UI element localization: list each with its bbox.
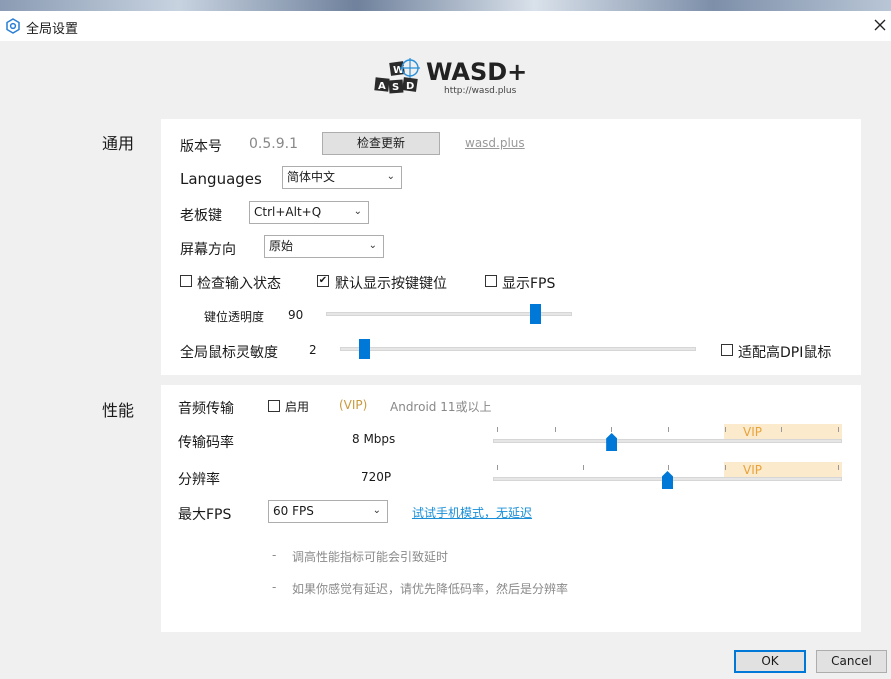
hint-text-1: 调高性能指标可能会引致延时 xyxy=(292,550,449,564)
high-dpi-checkbox[interactable] xyxy=(721,344,733,356)
section-label-general: 通用 xyxy=(102,134,135,153)
language-select[interactable]: 简体中文 ⌄ xyxy=(282,166,402,189)
max-fps-label: 最大FPS xyxy=(178,507,232,523)
boss-key-select-value: Ctrl+Alt+Q xyxy=(254,205,322,219)
bitrate-slider-track[interactable] xyxy=(493,439,842,443)
high-dpi-label: 适配高DPI鼠标 xyxy=(738,345,832,361)
mouse-sensitivity-slider-thumb[interactable] xyxy=(359,339,371,359)
mouse-sensitivity-slider-track[interactable] xyxy=(340,347,696,351)
svg-text:A: A xyxy=(378,81,386,92)
ok-button[interactable]: OK xyxy=(734,650,806,673)
resolution-tick xyxy=(583,465,584,470)
audio-vip-tag: (VIP) xyxy=(339,398,368,412)
key-opacity-label: 键位透明度 xyxy=(204,310,265,324)
mouse-sensitivity-label: 全局鼠标灵敏度 xyxy=(180,345,278,361)
bitrate-vip-zone: VIP xyxy=(724,424,842,440)
settings-gear-icon xyxy=(6,18,20,34)
bitrate-tick xyxy=(668,427,669,432)
hint-bullet: - xyxy=(272,580,277,594)
chevron-down-icon: ⌄ xyxy=(386,171,395,182)
bitrate-label: 传输码率 xyxy=(178,435,234,451)
show-keys-checkbox[interactable]: ✔ xyxy=(317,275,329,287)
checkmark-icon: ✔ xyxy=(318,275,328,286)
resolution-tick xyxy=(668,465,669,470)
resolution-label: 分辨率 xyxy=(178,472,220,488)
audio-enable-checkbox[interactable] xyxy=(268,400,280,412)
resolution-tick xyxy=(838,465,839,470)
resolution-tick xyxy=(497,465,498,470)
bitrate-tick xyxy=(781,427,782,432)
hint-text-2: 如果你感觉有延迟，请优先降低码率，然后是分辨率 xyxy=(292,582,569,596)
languages-label: Languages xyxy=(180,170,262,188)
resolution-vip-zone: VIP xyxy=(724,462,842,478)
bitrate-tick xyxy=(555,427,556,432)
wasd-logo-icon: W A S D xyxy=(374,58,420,94)
show-fps-label: 显示FPS xyxy=(502,276,556,292)
boss-key-select[interactable]: Ctrl+Alt+Q ⌄ xyxy=(249,201,369,224)
desktop-background-strip xyxy=(0,0,891,11)
svg-text:S: S xyxy=(392,82,399,93)
orientation-label: 屏幕方向 xyxy=(180,242,236,258)
chevron-down-icon: ⌄ xyxy=(353,206,362,217)
app-logo-url: http://wasd.plus xyxy=(444,86,517,96)
window-title: 全局设置 xyxy=(26,22,79,37)
svg-text:D: D xyxy=(406,81,414,92)
boss-key-label: 老板键 xyxy=(180,208,222,224)
show-keys-label: 默认显示按键键位 xyxy=(335,276,447,292)
show-fps-checkbox[interactable] xyxy=(485,275,497,287)
bitrate-tick xyxy=(725,427,726,432)
resolution-value: 720P xyxy=(361,470,392,484)
close-icon[interactable] xyxy=(870,14,890,36)
bitrate-tick xyxy=(611,427,612,432)
audio-enable-label: 启用 xyxy=(285,400,310,414)
language-select-value: 简体中文 xyxy=(287,170,336,184)
key-opacity-slider-thumb[interactable] xyxy=(529,304,541,324)
check-update-button[interactable]: 检查更新 xyxy=(322,132,440,155)
bitrate-value: 8 Mbps xyxy=(352,432,396,446)
orientation-select-value: 原始 xyxy=(269,239,294,253)
try-phone-mode-link[interactable]: 试试手机模式，无延迟 xyxy=(412,504,532,521)
audio-requirement: Android 11或以上 xyxy=(390,400,492,414)
bitrate-tick xyxy=(838,427,839,432)
app-logo-title: WASD+ xyxy=(426,58,528,86)
orientation-select[interactable]: 原始 ⌄ xyxy=(264,235,384,258)
section-label-performance: 性能 xyxy=(102,401,135,420)
resolution-tick xyxy=(725,465,726,470)
check-input-checkbox[interactable] xyxy=(180,275,192,287)
chevron-down-icon: ⌄ xyxy=(368,240,377,251)
hint-bullet: - xyxy=(272,548,277,562)
bitrate-tick xyxy=(497,427,498,432)
audio-label: 音频传输 xyxy=(178,401,234,417)
max-fps-select-value: 60 FPS xyxy=(273,504,314,518)
version-label: 版本号 xyxy=(180,139,222,155)
resolution-vip-label: VIP xyxy=(743,463,762,477)
version-value: 0.5.9.1 xyxy=(249,136,298,152)
chevron-down-icon: ⌄ xyxy=(372,505,381,516)
mouse-sensitivity-value: 2 xyxy=(309,343,317,357)
title-bar xyxy=(0,11,891,41)
max-fps-select[interactable]: 60 FPS ⌄ xyxy=(268,500,388,523)
cancel-button[interactable]: Cancel xyxy=(816,650,887,673)
bitrate-vip-label: VIP xyxy=(743,425,762,439)
key-opacity-value: 90 xyxy=(288,308,304,322)
check-input-label: 检查输入状态 xyxy=(197,276,281,292)
site-link[interactable]: wasd.plus xyxy=(465,136,525,150)
